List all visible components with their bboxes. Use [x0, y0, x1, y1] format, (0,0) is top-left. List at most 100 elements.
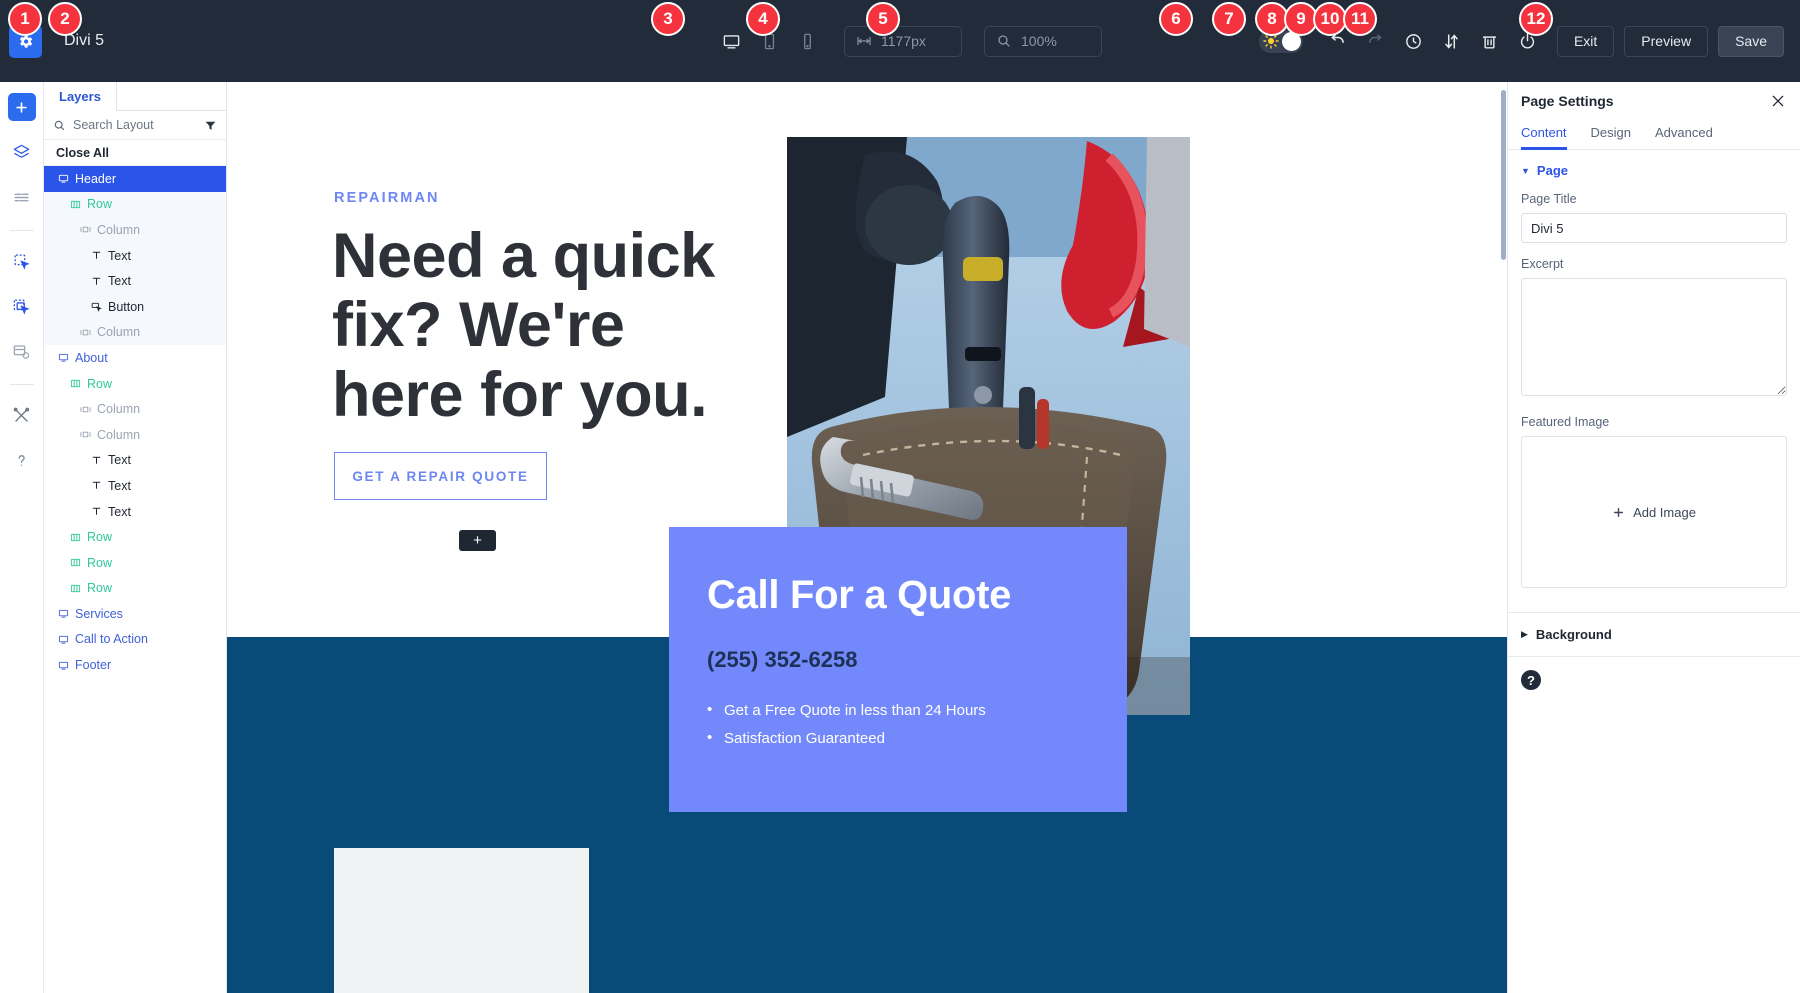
- layer-item-header[interactable]: Header: [44, 166, 226, 192]
- layer-item-label: Row: [87, 376, 113, 391]
- add-element-button[interactable]: [7, 93, 36, 121]
- add-row-button[interactable]: +: [459, 530, 496, 551]
- tab-advanced[interactable]: Advanced: [1655, 120, 1713, 150]
- select-element-button[interactable]: [8, 247, 36, 275]
- text-icon: [91, 455, 102, 466]
- preview-button[interactable]: Preview: [1624, 25, 1709, 57]
- section-icon: [58, 608, 69, 619]
- layer-item-column[interactable]: Column: [44, 422, 226, 448]
- history-button[interactable]: [1399, 26, 1429, 56]
- rail-divider-1: [9, 230, 34, 231]
- excerpt-label: Excerpt: [1521, 257, 1564, 271]
- zoom-level-field[interactable]: 100%: [984, 25, 1102, 57]
- featured-image-group: Featured Image Add Image: [1508, 401, 1800, 588]
- column-icon: [80, 404, 91, 415]
- help-button[interactable]: [8, 446, 36, 474]
- layer-item-text[interactable]: Text: [44, 499, 226, 525]
- layer-item-row[interactable]: Row: [44, 371, 226, 397]
- add-image-dropzone[interactable]: Add Image: [1521, 436, 1787, 588]
- callout-badge-3: 3: [651, 2, 685, 36]
- layer-item-text[interactable]: Text: [44, 473, 226, 499]
- copy-element-button[interactable]: [8, 292, 36, 320]
- layer-item-text[interactable]: Text: [44, 242, 226, 269]
- plus-icon: [1614, 507, 1624, 517]
- quote-card-title: Call For a Quote: [707, 573, 1012, 617]
- layers-panel-button[interactable]: [8, 138, 36, 166]
- layer-item-column[interactable]: Column: [44, 217, 226, 243]
- section-icon: [58, 660, 69, 671]
- layer-item-text[interactable]: Text: [44, 448, 226, 474]
- canvas-width-field[interactable]: 1177px: [844, 25, 962, 57]
- tools-button[interactable]: [8, 401, 36, 429]
- layer-item-label: Text: [108, 453, 131, 468]
- page-canvas[interactable]: REPAIRMAN Need a quick fix? We're here f…: [227, 82, 1507, 993]
- presets-icon: [13, 344, 30, 359]
- page-title-input[interactable]: [1521, 213, 1787, 243]
- layer-item-label: About: [75, 350, 108, 365]
- layer-item-about[interactable]: About: [44, 345, 226, 371]
- layer-item-column[interactable]: Column: [44, 319, 226, 346]
- row-icon: [70, 199, 81, 210]
- get-repair-quote-button[interactable]: GET A REPAIR QUOTE: [334, 452, 547, 500]
- hero-eyebrow: REPAIRMAN: [334, 190, 440, 206]
- tab-content[interactable]: Content: [1521, 120, 1567, 150]
- phone-view-button[interactable]: [792, 26, 822, 56]
- page-title-field-group: Page Title: [1508, 186, 1800, 243]
- page-settings-title: Page Settings: [1521, 93, 1614, 109]
- row-icon: [70, 583, 81, 594]
- layers-tabbar: Layers: [44, 82, 226, 111]
- column-icon: [80, 327, 91, 338]
- layer-item-row[interactable]: Row: [44, 191, 226, 218]
- background-section-label: Background: [1535, 627, 1612, 642]
- layer-tree: Header Row Column Text Text Button Column About…: [44, 166, 226, 678]
- layer-item-label: Footer: [75, 658, 112, 673]
- callout-badge-11: 11: [1343, 2, 1377, 36]
- section-icon: [58, 634, 69, 645]
- portability-button[interactable]: [1437, 26, 1467, 56]
- layer-item-row[interactable]: Row: [44, 576, 226, 602]
- section-icon: [58, 352, 69, 363]
- canvas-width-value: 1177px: [881, 33, 926, 49]
- canvas-scrollbar-thumb[interactable]: [1501, 90, 1506, 260]
- row-icon: [70, 557, 81, 568]
- page-section-toggle[interactable]: ▼ Page: [1508, 150, 1800, 186]
- row-icon: [70, 532, 81, 543]
- panel-help-button[interactable]: ?: [1521, 670, 1541, 690]
- layer-item-label: Column: [97, 222, 141, 237]
- close-all-button[interactable]: Close All: [44, 140, 226, 166]
- callout-badge-12: 12: [1519, 2, 1553, 36]
- layer-item-services[interactable]: Services: [44, 601, 226, 627]
- layer-item-column[interactable]: Column: [44, 396, 226, 422]
- callout-badge-1: 1: [8, 2, 42, 36]
- exit-button[interactable]: Exit: [1556, 25, 1615, 57]
- layer-item-text[interactable]: Text: [44, 268, 226, 294]
- trash-button[interactable]: [1475, 26, 1505, 56]
- layer-item-row[interactable]: Row: [44, 550, 226, 576]
- layer-item-button[interactable]: Button: [44, 293, 226, 320]
- layer-item-footer[interactable]: Footer: [44, 652, 226, 678]
- layer-item-call-to-action[interactable]: Call to Action: [44, 627, 226, 653]
- layer-item-row[interactable]: Row: [44, 524, 226, 550]
- close-panel-button[interactable]: [1769, 92, 1787, 110]
- callout-badge-5: 5: [866, 2, 900, 36]
- canvas-scrollbar[interactable]: [1500, 82, 1507, 993]
- excerpt-textarea[interactable]: [1521, 278, 1787, 396]
- wireframe-button[interactable]: [8, 183, 36, 211]
- panel-divider-2: [1508, 656, 1800, 657]
- question-mark-icon: [18, 454, 25, 466]
- tab-layers[interactable]: Layers: [44, 82, 117, 111]
- call-for-quote-card[interactable]: Call For a Quote (255) 352-6258 Get a Fr…: [669, 527, 1127, 812]
- filter-icon[interactable]: [204, 119, 217, 132]
- featured-image-label: Featured Image: [1521, 415, 1610, 429]
- quote-bullet-item: Get a Free Quote in less than 24 Hours: [707, 701, 1089, 719]
- save-button[interactable]: Save: [1718, 25, 1784, 57]
- search-icon: [998, 35, 1010, 47]
- column-icon: [80, 224, 91, 235]
- layers-search-row[interactable]: Search Layout: [44, 111, 226, 140]
- desktop-view-button[interactable]: [716, 26, 746, 56]
- tab-design[interactable]: Design: [1591, 120, 1631, 150]
- presets-button[interactable]: [8, 337, 36, 365]
- layer-item-label: Row: [87, 555, 113, 570]
- layer-item-label: Column: [97, 402, 141, 417]
- background-section-toggle[interactable]: ▶ Background: [1508, 613, 1800, 656]
